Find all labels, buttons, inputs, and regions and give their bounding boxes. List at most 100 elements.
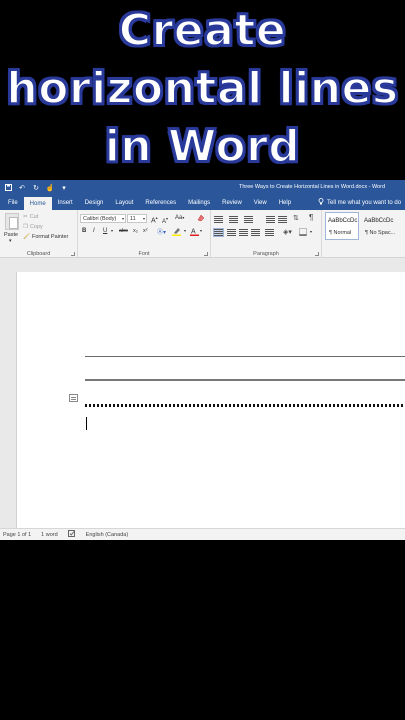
video-title-overlay: Create horizontal lines in Word xyxy=(0,0,405,178)
undo-icon[interactable]: ↶ xyxy=(18,184,26,192)
font-color-dropdown-icon[interactable]: ▾ xyxy=(200,228,202,233)
title-line-1: Create xyxy=(118,4,287,57)
align-center-icon[interactable] xyxy=(227,229,236,236)
tab-insert[interactable]: Insert xyxy=(52,195,79,210)
style-normal-name: ¶ Normal xyxy=(329,230,352,236)
underline-button[interactable]: U xyxy=(103,228,107,234)
align-left-icon[interactable] xyxy=(213,228,224,237)
font-size-select[interactable]: 11 ▾ xyxy=(127,214,147,223)
lightbulb-icon xyxy=(318,198,324,207)
word-count[interactable]: 1 word xyxy=(41,532,58,538)
status-bar: Page 1 of 1 1 word English (Canada) xyxy=(0,528,405,540)
font-name-value: Calibri (Body) xyxy=(83,215,117,222)
align-right-icon[interactable] xyxy=(239,229,248,236)
word-window: ↶ ↻ ☝ ▾ Three Ways to Create Horizontal … xyxy=(0,180,405,540)
shrink-font-button[interactable]: A▾ xyxy=(162,216,168,225)
copy-button[interactable]: ❐ Copy xyxy=(23,224,43,230)
title-bar: ↶ ↻ ☝ ▾ Three Ways to Create Horizontal … xyxy=(0,180,405,195)
cut-label: Cut xyxy=(29,214,39,220)
proofing-icon[interactable] xyxy=(67,530,76,539)
highlight-dropdown-icon[interactable]: ▾ xyxy=(184,228,186,233)
format-painter-label: Format Painter xyxy=(31,234,69,240)
borders-icon[interactable] xyxy=(299,228,308,236)
underline-dropdown-icon[interactable]: ▾ xyxy=(111,228,113,233)
copy-icon: ❐ xyxy=(23,224,28,230)
font-name-select[interactable]: Calibri (Body) ▾ xyxy=(80,214,126,223)
paste-dropdown-icon[interactable]: ▾ xyxy=(9,238,12,244)
horizontal-line-thin xyxy=(85,356,405,357)
increase-indent-icon[interactable] xyxy=(278,216,287,223)
bullets-icon[interactable] xyxy=(214,216,223,223)
quick-access-toolbar: ↶ ↻ ☝ ▾ xyxy=(4,184,68,192)
grow-font-button[interactable]: A▴ xyxy=(151,215,158,224)
strikethrough-button[interactable]: abc xyxy=(119,228,128,234)
line-spacing-icon[interactable] xyxy=(265,229,274,236)
chevron-down-icon: ▾ xyxy=(121,216,124,221)
touch-mode-icon[interactable]: ☝ xyxy=(46,184,55,192)
text-effects-icon[interactable]: Ⓐ▾ xyxy=(157,227,166,236)
tab-references[interactable]: References xyxy=(139,195,182,210)
language-indicator[interactable]: English (Canada) xyxy=(86,532,129,538)
justify-icon[interactable] xyxy=(251,229,260,236)
font-size-value: 11 xyxy=(130,215,136,222)
text-cursor xyxy=(86,417,87,430)
style-normal-sample: AaBbCcDc xyxy=(328,218,358,224)
horizontal-line-dotted xyxy=(85,404,405,407)
svg-text:A: A xyxy=(191,229,196,236)
tab-layout[interactable]: Layout xyxy=(109,195,139,210)
subscript-button[interactable]: x₂ xyxy=(133,228,138,234)
style-no-spacing[interactable]: AaBbCcDc ¶ No Spac... xyxy=(361,212,395,240)
paste-icon[interactable] xyxy=(5,213,19,230)
page-count[interactable]: Page 1 of 1 xyxy=(3,532,31,538)
format-painter-button[interactable]: 🖌 Format Painter xyxy=(23,234,68,240)
shading-icon[interactable]: ◈▾ xyxy=(283,228,292,236)
cut-button[interactable]: ✂ Cut xyxy=(23,214,38,220)
ribbon-tabs: File Home Insert Design Layout Reference… xyxy=(0,195,405,210)
tab-review[interactable]: Review xyxy=(216,195,248,210)
font-launcher-icon[interactable] xyxy=(204,252,208,256)
scissors-icon: ✂ xyxy=(23,214,28,220)
sort-icon[interactable]: ⇅ xyxy=(293,214,302,222)
document-page[interactable] xyxy=(16,272,405,534)
multilevel-list-icon[interactable] xyxy=(244,216,253,223)
paintbrush-icon: 🖌 xyxy=(23,234,30,240)
change-case-button[interactable]: Aa▾ xyxy=(175,215,184,221)
font-color-icon[interactable]: A xyxy=(190,227,199,238)
tab-design[interactable]: Design xyxy=(79,195,110,210)
home-ribbon: Paste ▾ ✂ Cut ❐ Copy 🖌 Format Painter Cl… xyxy=(0,210,405,258)
font-group: Calibri (Body) ▾ 11 ▾ A▴ A▾ Aa▾ B I U ▾ … xyxy=(78,210,211,258)
style-no-spacing-name: ¶ No Spac... xyxy=(365,230,396,236)
highlight-color-icon[interactable] xyxy=(172,227,182,238)
document-canvas xyxy=(0,258,405,534)
paragraph-group: ⇅ ¶ ◈▾ ▾ Paragraph xyxy=(211,210,322,258)
clipboard-launcher-icon[interactable] xyxy=(71,252,75,256)
show-formatting-button[interactable]: ¶ xyxy=(309,213,318,222)
paragraph-group-label: Paragraph xyxy=(253,251,279,257)
title-line-3: in Word xyxy=(104,120,301,173)
clear-formatting-icon[interactable] xyxy=(197,214,205,224)
decrease-indent-icon[interactable] xyxy=(266,216,275,223)
font-group-label: Font xyxy=(138,251,150,257)
autocorrect-options-icon[interactable] xyxy=(69,394,78,402)
tab-view[interactable]: View xyxy=(248,195,273,210)
style-normal[interactable]: AaBbCcDc ¶ Normal xyxy=(325,212,359,240)
customize-qat-icon[interactable]: ▾ xyxy=(60,184,68,192)
tell-me-search[interactable]: Tell me what you want to do xyxy=(318,195,401,210)
tab-home[interactable]: Home xyxy=(23,197,52,210)
style-no-spacing-sample: AaBbCcDc xyxy=(364,218,394,224)
italic-button[interactable]: I xyxy=(93,228,95,234)
paragraph-launcher-icon[interactable] xyxy=(315,252,319,256)
clipboard-group-label: Clipboard xyxy=(26,251,51,257)
horizontal-line-medium xyxy=(85,379,405,381)
borders-dropdown-icon[interactable]: ▾ xyxy=(310,229,319,236)
tab-file[interactable]: File xyxy=(2,195,24,210)
tab-help[interactable]: Help xyxy=(273,195,297,210)
superscript-button[interactable]: x² xyxy=(143,228,148,234)
redo-icon[interactable]: ↻ xyxy=(32,184,40,192)
bold-button[interactable]: B xyxy=(82,228,86,234)
tab-mailings[interactable]: Mailings xyxy=(182,195,216,210)
save-icon[interactable] xyxy=(4,184,12,192)
clipboard-group: Paste ▾ ✂ Cut ❐ Copy 🖌 Format Painter Cl… xyxy=(0,210,78,258)
numbering-icon[interactable] xyxy=(229,216,238,223)
chevron-down-icon: ▾ xyxy=(142,216,145,221)
